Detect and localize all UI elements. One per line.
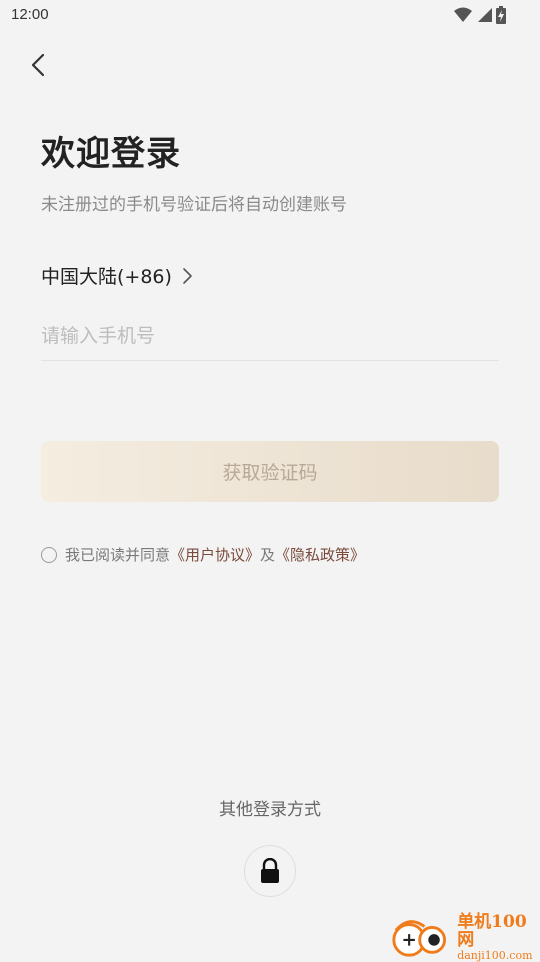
- cellular-signal-icon: [478, 8, 492, 22]
- lock-icon: [261, 858, 279, 883]
- page-subtitle: 未注册过的手机号验证后将自动创建账号: [41, 195, 347, 215]
- status-bar: 12:00: [0, 0, 540, 30]
- status-icons: [454, 6, 506, 24]
- lock-login-button[interactable]: [244, 845, 296, 897]
- chevron-right-icon: [183, 267, 192, 284]
- battery-icon: [496, 6, 506, 24]
- agreement-connector: 及: [260, 546, 276, 564]
- wifi-icon: [454, 7, 472, 22]
- status-time: 12:00: [11, 6, 49, 23]
- privacy-policy-link[interactable]: 《隐私政策》: [275, 546, 365, 564]
- user-agreement-link[interactable]: 《用户协议》: [170, 546, 260, 564]
- agreement-checkbox[interactable]: [41, 546, 57, 563]
- back-button[interactable]: [24, 49, 56, 81]
- watermark: 单机100网 danji100.com: [390, 912, 540, 961]
- page-title: 欢迎登录: [41, 134, 181, 174]
- chevron-left-icon: [31, 53, 45, 77]
- get-code-button[interactable]: 获取验证码: [41, 441, 499, 502]
- watermark-name: 单机100网: [457, 912, 527, 951]
- other-login-label: 其他登录方式: [219, 800, 321, 820]
- watermark-logo-icon: [392, 920, 447, 957]
- agreement-row: 我已阅读并同意《用户协议》及《隐私政策》: [41, 544, 365, 565]
- region-selector[interactable]: 中国大陆(+86): [41, 262, 194, 289]
- agreement-prefix: 我已阅读并同意: [65, 546, 171, 564]
- phone-input[interactable]: [41, 312, 499, 361]
- region-label: 中国大陆(+86): [41, 266, 172, 288]
